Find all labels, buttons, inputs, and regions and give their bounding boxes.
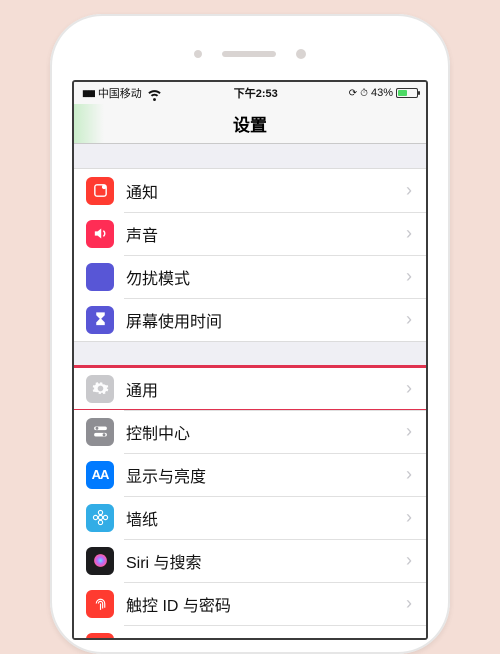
siri-icon [86,547,114,575]
chevron-right-icon: › [406,593,412,614]
settings-row-general[interactable]: 通用› [74,367,426,410]
row-label: 通用 [126,377,406,401]
chevron-right-icon: › [406,266,412,287]
row-label: Siri 与搜索 [126,549,406,573]
chevron-right-icon: › [406,421,412,442]
sos-icon: SOS [86,633,114,639]
settings-row-display[interactable]: AA 显示与亮度› [74,453,426,496]
hourglass-icon [86,306,114,334]
nav-bar: 设置 [74,104,426,144]
top-hardware [64,28,436,80]
settings-row-wallpaper[interactable]: 墙纸› [74,496,426,539]
alarm-icon: ⏱ [360,88,368,99]
battery-icon [396,88,418,98]
bezel: ▮▮▮▮ 中国移动 下午2:53 ⟳ ⏱ 43% [64,28,436,640]
settings-list[interactable]: 通知›声音›勿扰模式›屏幕使用时间›通用›控制中心›AA显示与亮度›墙纸›Sir… [74,144,426,638]
status-left: ▮▮▮▮ 中国移动 [82,85,163,102]
row-label: 声音 [126,222,406,246]
phone-frame: ▮▮▮▮ 中国移动 下午2:53 ⟳ ⏱ 43% [50,14,450,654]
moon-icon [86,263,114,291]
row-label: 控制中心 [126,420,406,444]
battery-percent: 43% [371,87,393,99]
settings-group: 通知›声音›勿扰模式›屏幕使用时间› [74,168,426,342]
row-label: 墙纸 [126,506,406,530]
status-time: 下午2:53 [234,85,278,101]
status-bar: ▮▮▮▮ 中国移动 下午2:53 ⟳ ⏱ 43% [74,82,426,104]
settings-row-screentime[interactable]: 屏幕使用时间› [74,298,426,341]
row-label: 勿扰模式 [126,265,406,289]
fingerprint-icon [86,590,114,618]
gear-icon [86,375,114,403]
chevron-right-icon: › [406,636,412,638]
row-label: 显示与亮度 [126,463,406,487]
nav-back-hint[interactable] [74,104,104,143]
group-gap [74,342,426,366]
group-gap [74,144,426,168]
proximity-sensor [194,50,202,58]
settings-row-touchid[interactable]: 触控 ID 与密码› [74,582,426,625]
chevron-right-icon: › [406,507,412,528]
carrier-label: 中国移动 [98,85,142,101]
screen: ▮▮▮▮ 中国移动 下午2:53 ⟳ ⏱ 43% [72,80,428,640]
speaker-icon [86,220,114,248]
row-label: 通知 [126,179,406,203]
signal-icon: ▮▮▮▮ [82,88,94,99]
chevron-right-icon: › [406,464,412,485]
row-label: SOS 紧急联络 [126,635,406,639]
settings-row-siri[interactable]: Siri 与搜索› [74,539,426,582]
chevron-right-icon: › [406,378,412,399]
status-right: ⟳ ⏱ 43% [349,87,418,99]
front-camera [296,49,306,59]
chevron-right-icon: › [406,180,412,201]
textsize-icon: AA [86,461,114,489]
settings-row-sos[interactable]: SOS SOS 紧急联络› [74,625,426,638]
chevron-right-icon: › [406,550,412,571]
settings-row-notifications[interactable]: 通知› [74,169,426,212]
wifi-icon [146,85,163,102]
row-label: 触控 ID 与密码 [126,592,406,616]
earpiece-speaker [222,51,276,57]
chevron-right-icon: › [406,223,412,244]
settings-row-sounds[interactable]: 声音› [74,212,426,255]
settings-row-dnd[interactable]: 勿扰模式› [74,255,426,298]
settings-row-control[interactable]: 控制中心› [74,410,426,453]
page-title: 设置 [233,111,267,136]
battery-fill [398,90,407,96]
chevron-right-icon: › [406,309,412,330]
row-label: 屏幕使用时间 [126,308,406,332]
switches-icon [86,418,114,446]
notification-icon [86,177,114,205]
settings-group: 通用›控制中心›AA显示与亮度›墙纸›Siri 与搜索›触控 ID 与密码›SO… [74,366,426,638]
flower-icon [86,504,114,532]
orientation-lock-icon: ⟳ [349,88,357,99]
